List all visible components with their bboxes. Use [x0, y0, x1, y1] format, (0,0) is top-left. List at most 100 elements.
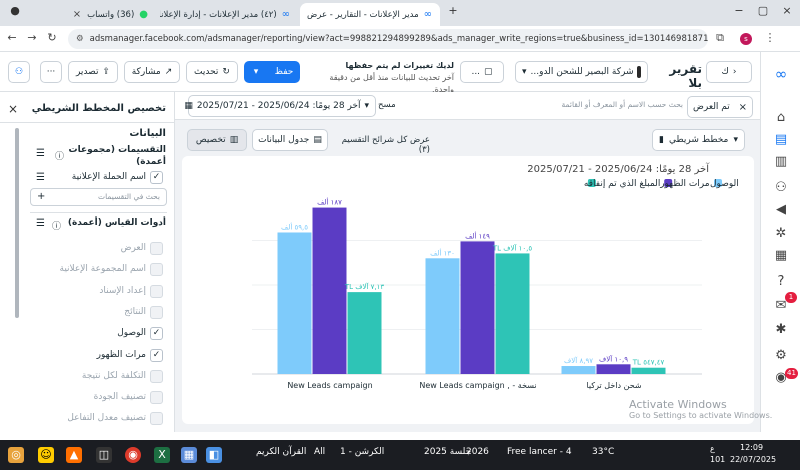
tab-ads-manage[interactable]: ∞ (٤٢) مدير الإعلانات - إدارة الإعلانات …: [160, 3, 298, 26]
metric-checkbox[interactable]: ✓: [150, 348, 163, 362]
metric-checkbox[interactable]: [150, 305, 163, 319]
breakdown-search-input[interactable]: + بحث في التقسيمات: [30, 188, 167, 206]
taskbar-item-session[interactable]: جلسة 2025: [424, 447, 471, 457]
breakdown-checkbox[interactable]: ✓: [150, 171, 163, 184]
data-table-button[interactable]: ▤ جدول البيانات: [252, 129, 328, 151]
app-icon[interactable]: ▲: [66, 447, 82, 463]
account-name: شركة البصير للشحن الدو...: [530, 67, 634, 77]
whatsapp-pin-icon[interactable]: ●: [6, 4, 24, 17]
search-input[interactable]: بحث حسب الاسم أو المعرف أو القائمة: [413, 100, 683, 109]
grid-icon[interactable]: ▦: [773, 248, 789, 264]
customize-chart-panel: × تخصيص المخطط الشريطي البيانات التقسيما…: [0, 92, 175, 432]
app-icon[interactable]: ◧: [206, 447, 222, 463]
info-icon[interactable]: ⓘ: [52, 219, 61, 232]
home-icon[interactable]: ⌂: [773, 110, 789, 126]
chart-type-selector[interactable]: ▾ مخطط شريطي ▮: [652, 129, 745, 151]
metric-checkbox[interactable]: [150, 263, 163, 277]
gear-icon[interactable]: ⚙: [773, 348, 789, 364]
back-icon[interactable]: ←: [4, 31, 20, 44]
browser-tab-strip: ● ● (36) واتساب × ∞ (٤٢) مدير الإعلانات …: [0, 0, 800, 26]
bar-chart-icon: ▮: [659, 135, 664, 145]
help-icon[interactable]: ?: [773, 274, 789, 290]
weather-text[interactable]: 33°C: [592, 447, 614, 457]
data-table-label: جدول البيانات: [258, 135, 310, 145]
clock-date[interactable]: 22/07/2025: [730, 455, 776, 464]
divider: [30, 212, 167, 213]
taskbar-item-all[interactable]: All: [314, 447, 325, 457]
app-icon[interactable]: ◎: [8, 447, 24, 463]
app-icon[interactable]: ▦: [181, 447, 197, 463]
browser-menu-icon[interactable]: ⋮: [762, 31, 778, 44]
account-avatar[interactable]: ⚇: [8, 61, 30, 83]
metric-checkbox[interactable]: ✓: [150, 327, 163, 341]
report-title[interactable]: تقرير بلا: [656, 62, 702, 90]
taskbar-item-quran[interactable]: القرآن الكريم: [256, 447, 306, 457]
refresh-button[interactable]: ↻ تحديث: [186, 61, 238, 83]
taskbar-item-folder[interactable]: الكرشن - 1: [340, 447, 384, 457]
calendar-icon: ▦: [184, 101, 193, 111]
account-selector[interactable]: شركة البصير للشحن الدو... ▾: [515, 61, 648, 83]
metric-checkbox[interactable]: [150, 412, 163, 426]
url-field[interactable]: ⚙ adsmanager.facebook.com/adsmanager/rep…: [68, 29, 708, 49]
metric-checkbox[interactable]: [150, 369, 163, 383]
bug-icon[interactable]: ✱: [773, 322, 789, 338]
clock-time[interactable]: 12:09: [740, 443, 763, 452]
customize-button[interactable]: ▥ تخصيص: [187, 129, 247, 151]
reload-icon[interactable]: ↻: [44, 31, 60, 44]
close-tab-icon[interactable]: ×: [300, 9, 301, 20]
export-label: تصدير: [75, 67, 99, 77]
clear-filters-link[interactable]: مسح: [378, 100, 396, 110]
close-window-icon[interactable]: ×: [778, 4, 796, 17]
reorder-icon[interactable]: ☰: [36, 148, 45, 159]
snapchat-icon[interactable]: ☺: [38, 447, 54, 463]
url-text: adsmanager.facebook.com/adsmanager/repor…: [89, 34, 708, 44]
info-icon[interactable]: ⓘ: [55, 149, 64, 162]
metric-checkbox[interactable]: [150, 391, 163, 405]
maximize-icon[interactable]: ▢: [754, 4, 772, 17]
unsaved-line1: لديك تغييرات لم يتم حفظها: [345, 61, 454, 70]
share-button[interactable]: ↗ مشاركة: [124, 61, 180, 83]
bar: [425, 258, 460, 374]
filter-tag[interactable]: × تم العرض: [687, 96, 753, 118]
panel-scrollbar[interactable]: [15, 128, 19, 318]
data-label: ١٨٧ ألف: [317, 198, 342, 207]
taskbar-item-freelancer[interactable]: 4 - Free lancer: [507, 447, 572, 457]
date-range-picker[interactable]: ▾ آخر 28 يومًا: 2025/06/24 - 2025/07/21 …: [184, 95, 376, 117]
settings-network-icon[interactable]: ✲: [773, 226, 789, 242]
tab-whatsapp[interactable]: ● (36) واتساب ×: [26, 3, 156, 26]
profile-avatar[interactable]: s: [738, 31, 754, 45]
meta-logo-icon[interactable]: ∞: [773, 66, 789, 82]
volume-indicator[interactable]: 101: [710, 455, 725, 464]
reorder-icon[interactable]: ☰: [36, 218, 45, 229]
metric-checkbox[interactable]: [150, 242, 163, 255]
megaphone-icon[interactable]: ◀: [773, 202, 789, 218]
more-options-button[interactable]: ···: [40, 61, 62, 83]
audience-icon[interactable]: ⚇: [773, 180, 789, 196]
reorder-icon[interactable]: ☰: [36, 172, 45, 183]
chrome-icon[interactable]: ◉: [125, 447, 141, 463]
app-icon[interactable]: ◫: [96, 447, 112, 463]
extensions-icon[interactable]: ⧉: [712, 31, 728, 45]
data-label: TL ١٠,٥ آلاف: [492, 243, 533, 252]
taskbar-item-2026[interactable]: 2026: [466, 447, 489, 457]
bar: [596, 364, 631, 374]
tab-ads-reporting[interactable]: ∞ مدير الإعلانات - التقارير - عرض ×: [300, 3, 440, 26]
language-indicator[interactable]: ع: [710, 444, 715, 453]
excel-icon[interactable]: X: [154, 447, 170, 463]
save-button[interactable]: حفظ: [268, 61, 300, 83]
campaign-icon[interactable]: ▥: [773, 154, 789, 170]
close-tab-icon[interactable]: ×: [73, 9, 81, 20]
site-info-icon[interactable]: ⚙: [76, 34, 84, 44]
forward-icon[interactable]: →: [24, 31, 40, 44]
metric-checkbox[interactable]: [150, 284, 163, 298]
remove-filter-icon[interactable]: ×: [739, 102, 747, 113]
chart-icon[interactable]: ▤: [773, 132, 789, 148]
x-tick-label: New Leads campaign , - نسخة: [419, 381, 536, 390]
export-button[interactable]: ⇪ تصدير: [68, 61, 118, 83]
alert-badge: 41: [785, 368, 798, 379]
report-nav-button[interactable]: ‹ ك: [706, 61, 752, 83]
more-reports-button[interactable]: ▢...: [460, 61, 504, 83]
save-dropdown-button[interactable]: ▾: [244, 61, 268, 83]
minimize-icon[interactable]: −: [730, 4, 748, 17]
new-tab-icon[interactable]: +: [444, 4, 462, 17]
